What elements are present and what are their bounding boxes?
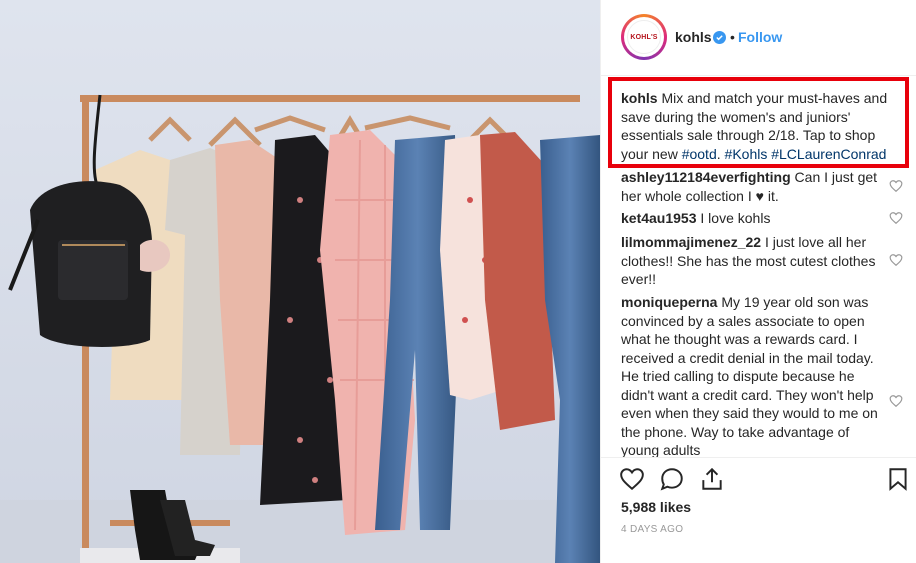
comment: moniqueperna My 19 year old son was conv…: [621, 293, 881, 457]
comment: lilmommajimenez_22 I just love all her c…: [621, 233, 881, 289]
hashtag-ootd[interactable]: #ootd: [682, 146, 717, 162]
post-image[interactable]: [0, 0, 600, 563]
share-upload-icon[interactable]: [699, 466, 725, 492]
like-comment-heart-icon[interactable]: [889, 211, 903, 225]
post-side-panel: KOHL'S kohls • Follow kohls Mix and matc…: [600, 0, 916, 563]
separator-dot: •: [730, 29, 735, 45]
avatar[interactable]: KOHL'S: [621, 14, 667, 60]
follow-button[interactable]: Follow: [738, 29, 782, 45]
hashtag-kohls[interactable]: #Kohls: [725, 146, 768, 162]
like-heart-icon[interactable]: [619, 466, 645, 492]
bookmark-save-icon[interactable]: [885, 466, 911, 492]
caption-username[interactable]: kohls: [621, 90, 658, 106]
comments-list[interactable]: ashley112184everfighting Can I just get …: [601, 168, 916, 457]
like-comment-heart-icon[interactable]: [889, 179, 903, 193]
comment-username[interactable]: lilmommajimenez_22: [621, 234, 761, 250]
comment: ashley112184everfighting Can I just get …: [621, 168, 881, 205]
post-caption: kohls Mix and match your must-haves and …: [621, 90, 888, 162]
comment-text: I love kohls: [696, 210, 771, 226]
comment-bubble-icon[interactable]: [659, 466, 685, 492]
post-header: KOHL'S kohls • Follow: [601, 0, 916, 76]
comment-username[interactable]: moniqueperna: [621, 294, 717, 310]
comment: ket4au1953 I love kohls: [621, 209, 881, 228]
comment-username[interactable]: ket4au1953: [621, 210, 697, 226]
like-comment-heart-icon[interactable]: [889, 394, 903, 408]
hashtag-lclaurenconrad[interactable]: #LCLaurenConrad: [771, 146, 886, 162]
kohls-logo: KOHL'S: [627, 20, 661, 54]
likes-count[interactable]: 5,988 likes: [621, 499, 691, 515]
like-comment-heart-icon[interactable]: [889, 253, 903, 267]
comment-username[interactable]: ashley112184everfighting: [621, 169, 791, 185]
verified-badge-icon: [713, 31, 726, 44]
post-username[interactable]: kohls: [675, 29, 712, 45]
comment-text: My 19 year old son was convinced by a sa…: [621, 294, 878, 457]
post-actions-bar: [601, 457, 916, 499]
post-timestamp[interactable]: 4 DAYS AGO: [621, 524, 683, 535]
